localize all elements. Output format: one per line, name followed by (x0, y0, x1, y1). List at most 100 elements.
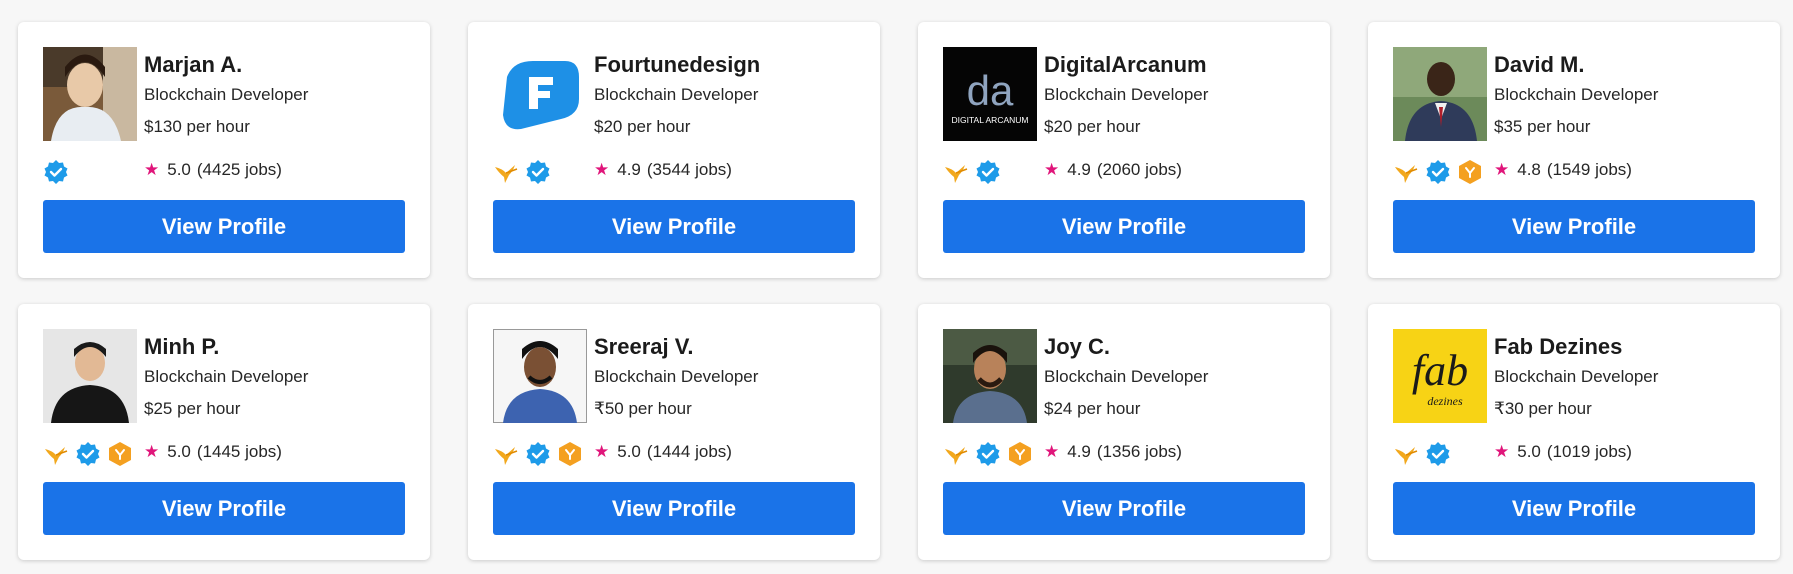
rating: ★ 4.9 (2060 jobs) (1044, 160, 1182, 180)
view-profile-button[interactable]: View Profile (43, 482, 405, 535)
hummingbird-icon (943, 159, 969, 185)
hourly-rate: ₹50 per hour (594, 399, 692, 418)
avatar[interactable]: fab dezines (1393, 329, 1487, 423)
star-icon: ★ (144, 160, 160, 179)
star-icon: ★ (1494, 442, 1510, 461)
freelancer-name[interactable]: Fourtunedesign (594, 52, 760, 78)
job-count: (1549 jobs) (1546, 160, 1632, 179)
hourly-rate: ₹30 per hour (1494, 399, 1592, 418)
freelancer-role: Blockchain Developer (144, 367, 309, 386)
avatar-logo-text: fab (1412, 346, 1468, 395)
rating: ★ 5.0 (1445 jobs) (144, 442, 282, 462)
freelancer-card: fab dezines Fab Dezines Blockchain Devel… (1368, 304, 1780, 560)
rating: ★ 5.0 (4425 jobs) (144, 160, 282, 180)
freelancer-grid: Marjan A. Blockchain Developer $130 per … (0, 0, 1793, 574)
rating-score: 4.9 (1067, 442, 1091, 461)
badge-row (43, 441, 133, 467)
star-icon: ★ (1494, 160, 1510, 179)
freelancer-role: Blockchain Developer (1494, 367, 1659, 386)
rating: ★ 4.8 (1549 jobs) (1494, 160, 1632, 180)
freelancer-name[interactable]: Sreeraj V. (594, 334, 694, 360)
hourly-rate: $24 per hour (1044, 399, 1141, 418)
freelancer-card: Joy C. Blockchain Developer $24 per hour… (918, 304, 1330, 560)
freelancer-card: da DIGITAL ARCANUM DigitalArcanum Blockc… (918, 22, 1330, 278)
hourly-rate: $25 per hour (144, 399, 241, 418)
freelancer-card: Fourtunedesign Blockchain Developer $20 … (468, 22, 880, 278)
view-profile-button[interactable]: View Profile (943, 482, 1305, 535)
hourly-rate: $20 per hour (1044, 117, 1141, 136)
view-profile-button[interactable]: View Profile (43, 200, 405, 253)
hummingbird-icon (943, 441, 969, 467)
freelancer-name[interactable]: Fab Dezines (1494, 334, 1622, 360)
job-count: (1444 jobs) (646, 442, 732, 461)
view-profile-button[interactable]: View Profile (1393, 200, 1755, 253)
freelancer-name[interactable]: David M. (1494, 52, 1584, 78)
hummingbird-icon (1393, 159, 1419, 185)
hummingbird-icon (1393, 441, 1419, 467)
view-profile-button[interactable]: View Profile (1393, 482, 1755, 535)
freelancer-card: Marjan A. Blockchain Developer $130 per … (18, 22, 430, 278)
freelancer-role: Blockchain Developer (594, 367, 759, 386)
freelancer-name[interactable]: Joy C. (1044, 334, 1110, 360)
job-count: (1445 jobs) (196, 442, 282, 461)
top-rated-icon (557, 441, 583, 467)
avatar-logo-text: da (967, 67, 1014, 114)
hummingbird-icon (43, 441, 69, 467)
rating: ★ 5.0 (1019 jobs) (1494, 442, 1632, 462)
star-icon: ★ (144, 442, 160, 461)
star-icon: ★ (594, 442, 610, 461)
view-profile-button[interactable]: View Profile (493, 482, 855, 535)
freelancer-role: Blockchain Developer (1044, 85, 1209, 104)
rating-score: 4.8 (1517, 160, 1541, 179)
badge-row (1393, 441, 1451, 467)
avatar[interactable] (493, 329, 587, 423)
avatar[interactable]: da DIGITAL ARCANUM (943, 47, 1037, 141)
badge-row (943, 159, 1001, 185)
freelancer-name[interactable]: Minh P. (144, 334, 219, 360)
star-icon: ★ (1044, 160, 1060, 179)
rating-score: 5.0 (1517, 442, 1541, 461)
verified-icon (525, 159, 551, 185)
rating: ★ 4.9 (3544 jobs) (594, 160, 732, 180)
rating-score: 5.0 (167, 160, 191, 179)
verified-icon (1425, 159, 1451, 185)
avatar[interactable] (43, 329, 137, 423)
hummingbird-icon (493, 159, 519, 185)
hourly-rate: $20 per hour (594, 117, 691, 136)
job-count: (1019 jobs) (1546, 442, 1632, 461)
top-rated-icon (1007, 441, 1033, 467)
rating: ★ 4.9 (1356 jobs) (1044, 442, 1182, 462)
verified-icon (975, 441, 1001, 467)
freelancer-card: David M. Blockchain Developer $35 per ho… (1368, 22, 1780, 278)
star-icon: ★ (1044, 442, 1060, 461)
avatar[interactable] (1393, 47, 1487, 141)
freelancer-name[interactable]: Marjan A. (144, 52, 242, 78)
freelancer-role: Blockchain Developer (1044, 367, 1209, 386)
job-count: (3544 jobs) (646, 160, 732, 179)
rating-score: 4.9 (617, 160, 641, 179)
badge-row (1393, 159, 1483, 185)
job-count: (4425 jobs) (196, 160, 282, 179)
freelancer-card: Minh P. Blockchain Developer $25 per hou… (18, 304, 430, 560)
freelancer-role: Blockchain Developer (1494, 85, 1659, 104)
freelancer-name[interactable]: DigitalArcanum (1044, 52, 1207, 78)
badge-row (43, 159, 69, 185)
badge-row (943, 441, 1033, 467)
job-count: (2060 jobs) (1096, 160, 1182, 179)
verified-icon (75, 441, 101, 467)
star-icon: ★ (594, 160, 610, 179)
view-profile-button[interactable]: View Profile (943, 200, 1305, 253)
job-count: (1356 jobs) (1096, 442, 1182, 461)
hourly-rate: $35 per hour (1494, 117, 1591, 136)
view-profile-button[interactable]: View Profile (493, 200, 855, 253)
hourly-rate: $130 per hour (144, 117, 250, 136)
freelancer-role: Blockchain Developer (144, 85, 309, 104)
verified-icon (525, 441, 551, 467)
avatar[interactable] (493, 47, 587, 141)
badge-row (493, 441, 583, 467)
avatar[interactable] (943, 329, 1037, 423)
freelancer-card: Sreeraj V. Blockchain Developer ₹50 per … (468, 304, 880, 560)
avatar[interactable] (43, 47, 137, 141)
verified-icon (43, 159, 69, 185)
top-rated-icon (1457, 159, 1483, 185)
